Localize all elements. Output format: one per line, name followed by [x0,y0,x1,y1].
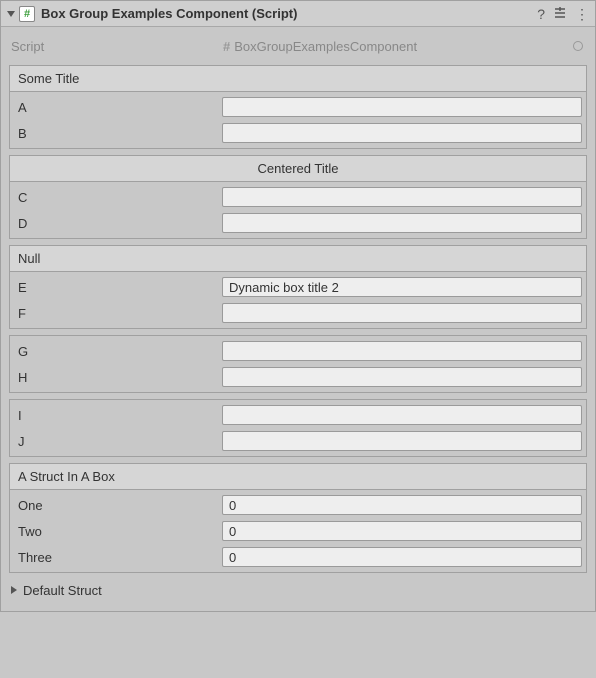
property-label: J [14,434,218,449]
property-label: F [14,306,218,321]
property-label: Three [14,550,218,565]
property-row: A [14,94,582,120]
property-label: B [14,126,218,141]
box-body: One Two Three [10,490,586,572]
property-label: D [14,216,218,231]
box-group: A Struct In A Box One Two Three [9,463,587,573]
script-row: Script # BoxGroupExamplesComponent [9,35,587,57]
property-row: J [14,428,582,454]
property-label: H [14,370,218,385]
property-input[interactable] [222,547,582,567]
box-title: A Struct In A Box [10,464,586,490]
property-label: E [14,280,218,295]
foldout-toggle-icon[interactable] [7,11,15,17]
property-input[interactable] [222,405,582,425]
property-input[interactable] [222,213,582,233]
box-group: Centered TitleCD [9,155,587,239]
property-input[interactable] [222,367,582,387]
object-type-icon: # [223,39,230,54]
box-group: GH [9,335,587,393]
foldout-closed-icon [11,586,17,594]
property-row: One [14,492,582,518]
property-input[interactable] [222,303,582,323]
component-inspector: # Box Group Examples Component (Script) … [0,0,596,612]
property-row: Two [14,518,582,544]
context-menu-icon[interactable]: ⋮ [575,7,589,21]
box-title: Null [10,246,586,272]
box-body: CD [10,182,586,238]
property-row: E [14,274,582,300]
property-row: D [14,210,582,236]
property-row: F [14,300,582,326]
preset-icon[interactable] [553,6,567,22]
box-body: IJ [10,400,586,456]
box-body: GH [10,336,586,392]
box-title: Centered Title [10,156,586,182]
box-group: Some TitleAB [9,65,587,149]
property-input[interactable] [222,431,582,451]
property-label: One [14,498,218,513]
default-struct-label: Default Struct [23,583,102,598]
header-icons: ? ⋮ [537,6,589,22]
property-input[interactable] [222,97,582,117]
property-input[interactable] [222,495,582,515]
property-row: Three [14,544,582,570]
script-field[interactable]: # BoxGroupExamplesComponent [219,36,587,56]
property-input[interactable] [222,521,582,541]
property-input[interactable] [222,341,582,361]
component-header: # Box Group Examples Component (Script) … [1,1,595,27]
property-row: I [14,402,582,428]
property-label: C [14,190,218,205]
box-group: NullEF [9,245,587,329]
script-label: Script [9,39,219,54]
property-row: B [14,120,582,146]
object-picker-icon[interactable] [573,41,583,51]
property-input[interactable] [222,277,582,297]
help-icon[interactable]: ? [537,7,545,21]
property-label: I [14,408,218,423]
box-body: AB [10,92,586,148]
property-label: Two [14,524,218,539]
property-input[interactable] [222,187,582,207]
property-row: C [14,184,582,210]
property-input[interactable] [222,123,582,143]
property-label: A [14,100,218,115]
box-title: Some Title [10,66,586,92]
box-group: IJ [9,399,587,457]
component-body: Script # BoxGroupExamplesComponent Some … [1,27,595,611]
component-title: Box Group Examples Component (Script) [41,6,537,21]
property-row: G [14,338,582,364]
script-name: BoxGroupExamplesComponent [234,39,417,54]
script-icon: # [19,6,35,22]
property-row: H [14,364,582,390]
default-struct-foldout[interactable]: Default Struct [9,579,587,601]
property-label: G [14,344,218,359]
box-body: EF [10,272,586,328]
